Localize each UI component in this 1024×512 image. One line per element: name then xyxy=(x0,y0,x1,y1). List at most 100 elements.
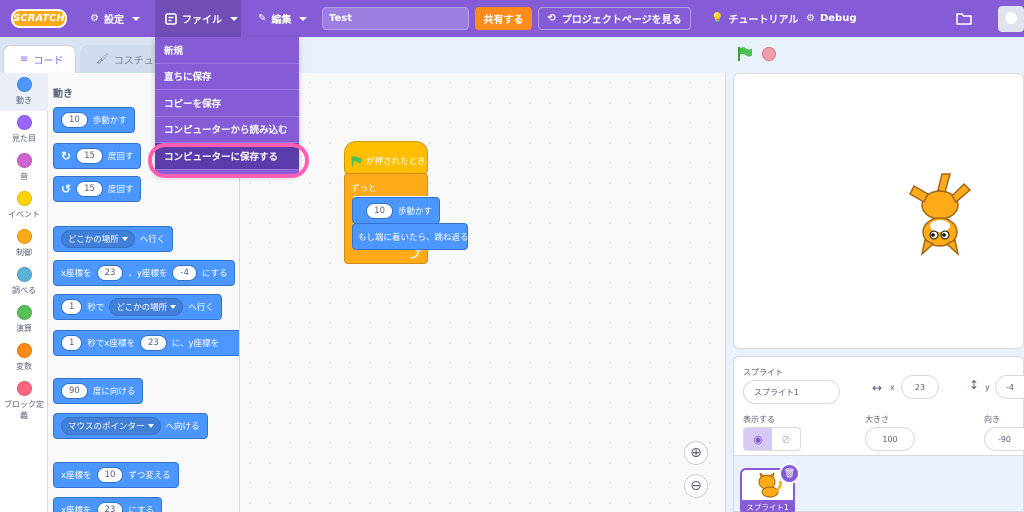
my-stuff-button[interactable] xyxy=(956,0,972,37)
project-page-label: プロジェクトページを見る xyxy=(561,15,682,26)
stop-button[interactable] xyxy=(762,47,776,61)
hide-sprite-button[interactable]: ⊘ xyxy=(772,428,800,450)
menu-item-new[interactable]: 新規 xyxy=(155,37,299,64)
block-text: へ行く xyxy=(139,235,166,245)
glide-xy-block[interactable]: 1 秒でx座標を 23 に、y座標を xyxy=(53,330,239,356)
direction-label: 向き xyxy=(984,415,1000,424)
size-label: 大きさ xyxy=(865,415,889,424)
category-my-blocks[interactable]: ブロック定義 xyxy=(0,377,48,425)
set-x-block[interactable]: x座標を 23 にする xyxy=(53,497,162,512)
debug-button[interactable]: ⚙ Debug xyxy=(806,0,857,37)
zoom-in-icon: ⊕ xyxy=(690,445,702,461)
sprite-name-input[interactable]: スプライト1 xyxy=(743,380,840,404)
avatar[interactable] xyxy=(998,6,1024,32)
x-input[interactable]: 23 xyxy=(139,335,167,351)
size-input[interactable]: 100 xyxy=(865,427,915,451)
gear-icon: ⚙ xyxy=(90,13,99,24)
menu-item-save-copy[interactable]: コピーを保存 xyxy=(155,90,299,117)
category-motion[interactable]: 動き xyxy=(0,73,48,111)
zoom-in-button[interactable]: ⊕ xyxy=(684,441,708,465)
delete-sprite-button[interactable]: 🗑 xyxy=(779,463,800,484)
glide-to-block[interactable]: 1 秒で どこかの場所 へ行く xyxy=(53,294,222,320)
dropdown-arrow-icon xyxy=(147,424,154,428)
category-sensing[interactable]: 調べる xyxy=(0,263,48,301)
category-dot xyxy=(16,267,32,282)
direction-input[interactable]: 90 xyxy=(61,383,88,399)
steps-input[interactable]: 10 xyxy=(366,202,393,219)
x-label: x xyxy=(890,383,895,392)
x-input[interactable]: 23 xyxy=(96,502,124,512)
category-control[interactable]: 制御 xyxy=(0,225,48,263)
y-input[interactable]: -4 xyxy=(172,265,197,281)
edit-menu-label: 編集 xyxy=(271,15,292,26)
goto-block[interactable]: どこかの場所 へ行く xyxy=(53,226,174,252)
sprite-thumbnail-label: スプライト1 xyxy=(742,500,793,512)
when-flag-clicked-block[interactable]: が押されたとき xyxy=(344,141,428,174)
zoom-out-button[interactable]: ⊖ xyxy=(684,474,708,498)
share-button[interactable]: 共有する xyxy=(475,7,532,30)
towards-target-dropdown[interactable]: マウスのポインター xyxy=(61,417,161,435)
turn-right-block[interactable]: ↻ 15 度回す xyxy=(53,143,142,169)
trash-icon: 🗑 xyxy=(783,468,796,479)
bounce-on-edge-block[interactable]: もし端に着いたら、跳ね返る xyxy=(352,223,469,250)
block-text: x座標を xyxy=(61,471,92,481)
block-text: 度回す xyxy=(107,185,134,195)
dropdown-value: どこかの場所 xyxy=(68,235,119,245)
dx-input[interactable]: 10 xyxy=(96,467,124,483)
project-title-input[interactable]: Test xyxy=(322,7,469,30)
edit-menu[interactable]: ✎ 編集 xyxy=(258,0,308,37)
block-text: 秒で xyxy=(87,303,105,313)
degrees-input[interactable]: 15 xyxy=(76,181,103,197)
secs-input[interactable]: 1 xyxy=(61,299,83,315)
block-text: 秒でx座標を xyxy=(87,339,135,349)
script-workspace[interactable] xyxy=(240,73,726,512)
degrees-input[interactable]: 15 xyxy=(76,148,103,164)
point-towards-block[interactable]: マウスのポインター へ向ける xyxy=(53,413,208,439)
steps-input[interactable]: 10 xyxy=(61,112,88,128)
tab-code[interactable]: ≡ コード xyxy=(3,45,76,73)
category-operators[interactable]: 演算 xyxy=(0,301,48,339)
move-steps-block-script[interactable]: 10 歩動かす xyxy=(352,197,440,224)
x-input[interactable]: 23 xyxy=(96,265,124,281)
cat-sprite[interactable] xyxy=(900,170,980,260)
y-position-input[interactable]: -4 xyxy=(995,375,1024,399)
category-label: 見た目 xyxy=(12,134,36,143)
eye-icon: ◉ xyxy=(753,432,763,446)
secs-input[interactable]: 1 xyxy=(61,335,83,351)
turn-left-block[interactable]: ↺ 15 度回す xyxy=(53,176,142,202)
category-variables[interactable]: 変数 xyxy=(0,339,48,377)
lightbulb-icon: 💡 xyxy=(711,13,724,24)
glide-target-dropdown[interactable]: どこかの場所 xyxy=(109,298,184,316)
direction-input[interactable]: -90 xyxy=(984,427,1024,451)
show-sprite-button[interactable]: ◉ xyxy=(744,428,772,450)
file-menu[interactable]: ファイル xyxy=(155,0,241,37)
point-direction-block[interactable]: 90 度に向ける xyxy=(53,378,144,404)
category-dot xyxy=(16,77,32,92)
scratch-logo[interactable]: SCRATCH xyxy=(11,9,67,28)
goto-xy-block[interactable]: x座標を 23 、y座標を -4 にする xyxy=(53,260,236,286)
chevron-down-icon xyxy=(299,16,308,21)
see-inside-icon: ⟲ xyxy=(547,13,556,24)
green-flag-button[interactable] xyxy=(737,46,753,62)
settings-menu[interactable]: ⚙ 設定 xyxy=(90,0,140,37)
category-menu: 動き 見た目 音 イベント 制御 調べる 演算 変数 ブロック定義 xyxy=(0,73,48,512)
y-label: y xyxy=(985,383,990,392)
category-label: 動き xyxy=(16,96,32,105)
stage[interactable] xyxy=(733,73,1024,349)
menu-item-save-now[interactable]: 直ちに保存 xyxy=(155,64,299,90)
tutorials-label: チュートリアル xyxy=(728,15,799,26)
change-x-block[interactable]: x座標を 10 ずつ変える xyxy=(53,462,179,488)
highlight-ring xyxy=(148,143,309,178)
category-events[interactable]: イベント xyxy=(0,187,48,225)
menu-item-load-from-computer[interactable]: コンピューターから読み込む xyxy=(155,117,299,143)
category-label: イベント xyxy=(8,210,40,219)
goto-target-dropdown[interactable]: どこかの場所 xyxy=(61,230,135,248)
category-dot xyxy=(16,305,32,320)
x-position-input[interactable]: 23 xyxy=(901,375,939,399)
tutorials-button[interactable]: 💡 チュートリアル xyxy=(711,0,798,37)
y-arrows-icon: ↕ xyxy=(969,378,980,392)
category-looks[interactable]: 見た目 xyxy=(0,111,48,149)
move-steps-block[interactable]: 10 歩動かす xyxy=(53,107,135,133)
project-page-button[interactable]: ⟲ プロジェクトページを見る xyxy=(538,7,691,30)
category-sound[interactable]: 音 xyxy=(0,149,48,187)
